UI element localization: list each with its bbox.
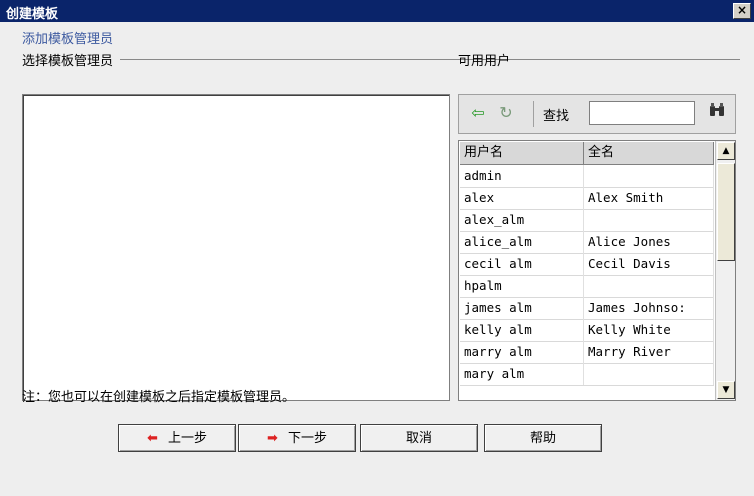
group-title: 添加模板管理员 [22, 28, 117, 47]
title-bar: 创建模板 × [0, 0, 754, 22]
username-cell: mary alm [460, 363, 584, 385]
username-cell: james alm [460, 297, 584, 319]
table-row[interactable]: james alm James Johnso: [460, 297, 714, 320]
next-button[interactable]: ➡ 下一步 [238, 424, 356, 452]
selected-admins-list[interactable] [22, 94, 450, 401]
fullname-cell [584, 363, 714, 385]
left-arrow-icon: ⬅ [147, 431, 158, 446]
column-header-username[interactable]: 用户名 [460, 142, 584, 164]
scroll-up-icon[interactable]: ▲ [717, 142, 735, 160]
fullname-cell [584, 165, 714, 187]
group-divider [120, 59, 740, 60]
help-button[interactable]: 帮助 [484, 424, 602, 452]
right-panel-label: 可用用户 [458, 54, 511, 69]
prev-label: 上一步 [167, 431, 207, 446]
username-cell: admin [460, 165, 584, 187]
table-row[interactable]: cecil alm Cecil Davis [460, 253, 714, 276]
fullname-cell: Kelly White [584, 319, 714, 341]
left-panel-label: 选择模板管理员 [22, 54, 114, 69]
toolbar-separator [533, 101, 534, 127]
username-cell: alice_alm [460, 231, 584, 253]
fullname-cell: Cecil Davis [584, 253, 714, 275]
username-cell: marry alm [460, 341, 584, 363]
help-label: 帮助 [529, 431, 556, 446]
close-icon: × [736, 3, 748, 17]
fullname-cell: James Johnso: [584, 297, 714, 319]
username-cell: alex_alm [460, 209, 584, 231]
note-text: 注：您也可以在创建模板之后指定模板管理员。 [22, 390, 296, 405]
table-row[interactable]: mary alm [460, 363, 714, 386]
table-row[interactable]: marry alm Marry River [460, 341, 714, 364]
users-grid: 用户名 全名 admin alex Alex Smith alex_alm alice_… [458, 140, 736, 401]
users-toolbar: ⇦ ↻ 查找 [458, 94, 736, 134]
grid-header: 用户名 全名 [460, 142, 714, 165]
back-arrow-icon[interactable]: ⇦ [469, 104, 487, 122]
next-label: 下一步 [287, 431, 327, 446]
fullname-cell: Alex Smith [584, 187, 714, 209]
vertical-scrollbar[interactable]: ▲ ▼ [715, 141, 735, 400]
table-row[interactable]: hpalm [460, 275, 714, 298]
fullname-cell [584, 275, 714, 297]
scroll-thumb[interactable] [717, 163, 735, 261]
find-label: 查找 [543, 109, 570, 124]
cancel-button[interactable]: 取消 [360, 424, 478, 452]
binoculars-icon[interactable] [709, 103, 725, 121]
username-cell: cecil alm [460, 253, 584, 275]
username-cell: hpalm [460, 275, 584, 297]
table-row[interactable]: admin [460, 165, 714, 188]
table-row[interactable]: kelly alm Kelly White [460, 319, 714, 342]
fullname-cell [584, 209, 714, 231]
scroll-down-icon[interactable]: ▼ [717, 381, 735, 399]
right-arrow-icon: ➡ [267, 431, 278, 446]
dialog-body: 添加模板管理员 选择模板管理员 可用用户 ⇦ ↻ 查找 用户名 全名 admin… [0, 22, 754, 496]
column-header-fullname[interactable]: 全名 [584, 142, 714, 164]
fullname-cell: Alice Jones [584, 231, 714, 253]
window-title: 创建模板 [6, 7, 59, 22]
username-cell: alex [460, 187, 584, 209]
table-row[interactable]: alex Alex Smith [460, 187, 714, 210]
prev-button[interactable]: ⬅ 上一步 [118, 424, 236, 452]
table-row[interactable]: alice_alm Alice Jones [460, 231, 714, 254]
fullname-cell: Marry River [584, 341, 714, 363]
username-cell: kelly alm [460, 319, 584, 341]
refresh-icon[interactable]: ↻ [497, 104, 515, 122]
cancel-label: 取消 [405, 431, 432, 446]
close-button[interactable]: × [733, 3, 751, 19]
find-input[interactable] [589, 101, 695, 125]
table-row[interactable]: alex_alm [460, 209, 714, 232]
